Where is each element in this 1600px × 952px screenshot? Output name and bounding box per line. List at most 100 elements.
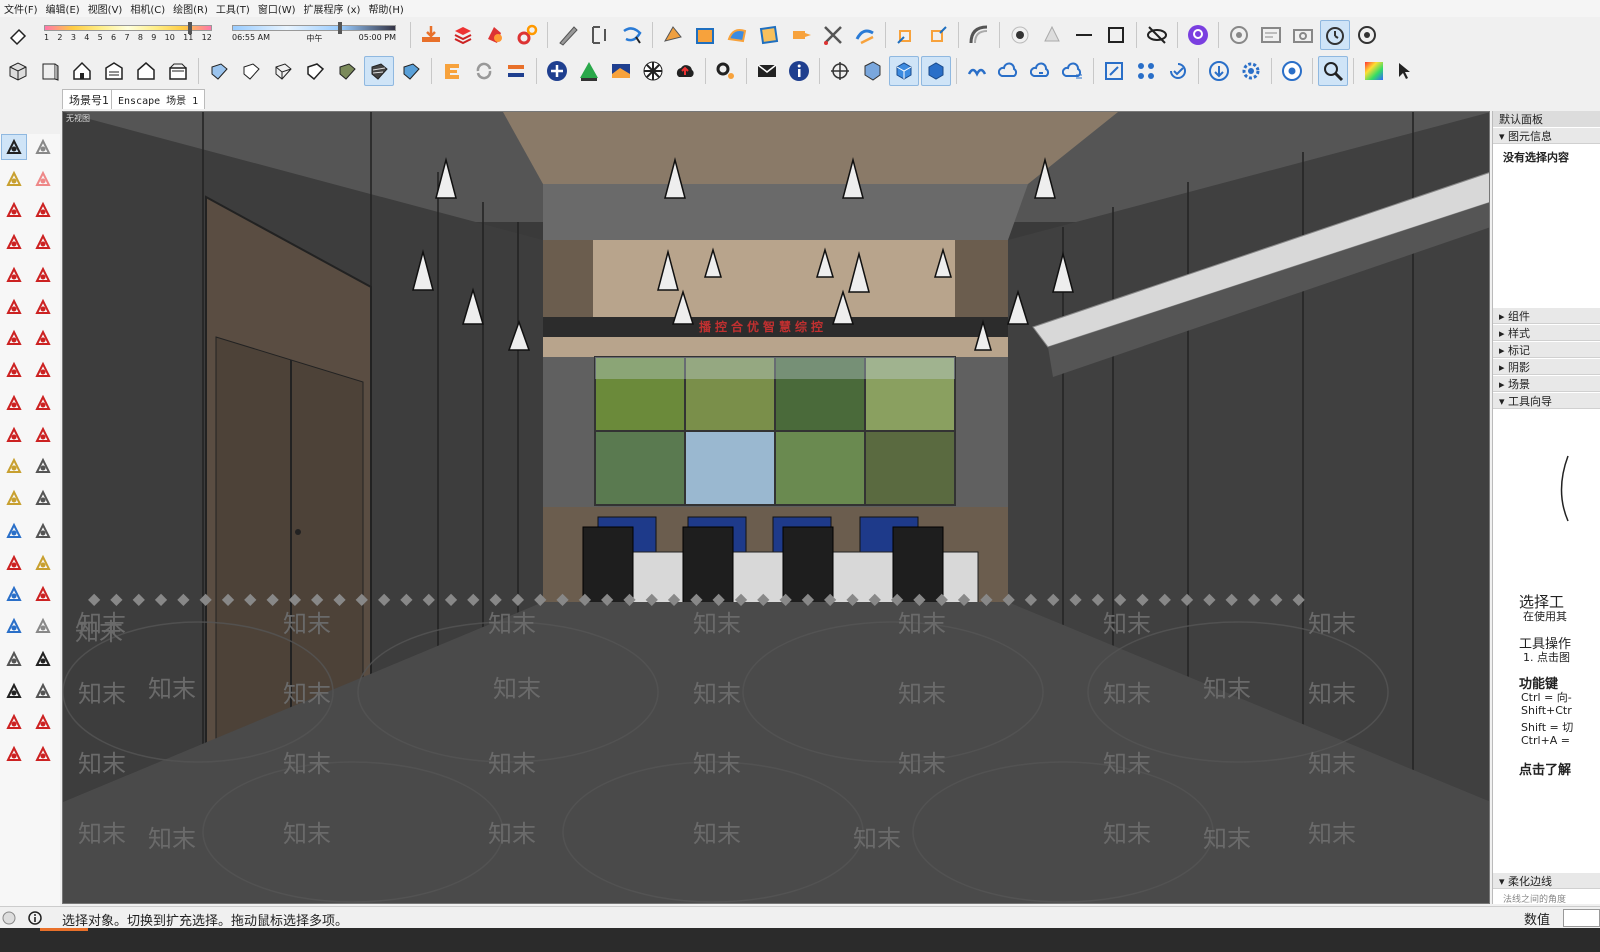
offset-icon[interactable] [30, 422, 56, 448]
3d-text-icon[interactable] [30, 518, 56, 544]
move-icon[interactable] [1, 357, 27, 383]
orbit-settings-icon[interactable] [1224, 20, 1254, 50]
timer-yellow-icon[interactable] [1320, 20, 1350, 50]
circle-icon[interactable] [1, 262, 27, 288]
sunset-landscape-icon[interactable] [606, 56, 636, 86]
section-components[interactable]: ▸ 组件 [1493, 308, 1600, 324]
look-around-icon[interactable] [30, 646, 56, 672]
orbit-icon[interactable] [1, 550, 27, 576]
cloud-sync-icon[interactable] [1026, 56, 1056, 86]
hide-eye-icon[interactable] [1142, 20, 1172, 50]
plugin-red-gem-icon[interactable] [480, 20, 510, 50]
panel-sliders-icon[interactable] [1256, 20, 1286, 50]
line-pencil-icon[interactable] [1, 197, 27, 223]
follow-me-icon[interactable] [30, 390, 56, 416]
send-to-layout-icon[interactable] [1, 741, 27, 767]
cloud-list-icon[interactable] [1058, 56, 1088, 86]
tab-enscape-scene[interactable]: Enscape 场景 1 [111, 89, 206, 109]
ruby-gem-icon[interactable] [30, 741, 56, 767]
protractor-icon[interactable] [1, 485, 27, 511]
menu-camera[interactable]: 相机(C) [128, 1, 171, 16]
xray-style-icon[interactable] [204, 56, 234, 86]
mail-icon[interactable] [752, 56, 782, 86]
follow-curve-icon[interactable] [617, 20, 647, 50]
eraser-pink-icon[interactable] [30, 166, 56, 192]
info-circle-icon[interactable] [28, 911, 42, 925]
dimension-icon[interactable] [30, 453, 56, 479]
camera-capture-icon[interactable] [1288, 20, 1318, 50]
make-component-icon[interactable] [30, 134, 56, 160]
menu-help[interactable]: 帮助(H) [366, 1, 409, 16]
cloud-upload-icon[interactable] [670, 56, 700, 86]
paint-bucket-icon[interactable] [1, 166, 27, 192]
point-dot-icon[interactable] [1005, 20, 1035, 50]
polygon-icon[interactable] [30, 262, 56, 288]
tape-measure-icon[interactable] [1, 453, 27, 479]
section-scenes[interactable]: ▸ 场景 [1493, 376, 1600, 392]
hidden-line-style-icon[interactable] [300, 56, 330, 86]
settings-gear-blue-icon[interactable] [1236, 56, 1266, 86]
select-arrow-icon[interactable] [1, 134, 27, 160]
zoom-extents-tool-icon[interactable] [1, 613, 27, 639]
front-view-icon[interactable] [67, 56, 97, 86]
rectangle-icon[interactable] [1, 229, 27, 255]
section-soften-edges[interactable]: ▾ 柔化边线 [1493, 873, 1600, 889]
arc-icon[interactable] [1, 294, 27, 320]
freehand-icon[interactable] [30, 197, 56, 223]
back-edges-style-icon[interactable] [236, 56, 266, 86]
geo-location-icon[interactable] [2, 911, 16, 925]
move-crosshair-icon[interactable] [825, 56, 855, 86]
plugin-orange-tray-icon[interactable] [416, 20, 446, 50]
iso-view-icon[interactable] [3, 56, 33, 86]
back-view-icon[interactable] [131, 56, 161, 86]
settings-wheel-icon[interactable] [1352, 20, 1382, 50]
pencil-grey-icon[interactable] [553, 20, 583, 50]
warehouse-icon[interactable] [1, 709, 27, 735]
tab-scene-1[interactable]: 场景号1 [62, 89, 116, 109]
section-shadows[interactable]: ▸ 阴影 [1493, 359, 1600, 375]
learn-more-link[interactable]: 点击了解 [1519, 759, 1571, 778]
download-circle-icon[interactable] [1204, 56, 1234, 86]
text-label-icon[interactable] [30, 485, 56, 511]
menu-file[interactable]: 文件(F) [2, 1, 44, 16]
plugin-orange-e-icon[interactable] [437, 56, 467, 86]
shadow-month-slider[interactable]: 1 2 3 4 5 6 7 8 9 10 11 12 [38, 19, 218, 51]
cloud-search-icon[interactable] [994, 56, 1024, 86]
checker-sphere-icon[interactable] [638, 56, 668, 86]
eraser-icon[interactable] [3, 20, 33, 50]
zoom-window-icon[interactable] [30, 581, 56, 607]
swap-arrows-icon[interactable] [501, 56, 531, 86]
cone-icon[interactable] [1037, 20, 1067, 50]
push-face-icon[interactable] [658, 20, 688, 50]
refresh-icon[interactable] [469, 56, 499, 86]
align-bottom-left-icon[interactable] [891, 20, 921, 50]
menu-tools[interactable]: 工具(T) [214, 1, 256, 16]
scale-icon[interactable] [1, 422, 27, 448]
frame-select-icon[interactable] [1099, 56, 1129, 86]
shaded-texture-style-icon[interactable] [364, 56, 394, 86]
left-view-icon[interactable] [163, 56, 193, 86]
menu-view[interactable]: 视图(V) [86, 1, 129, 16]
monochrome-style-icon[interactable] [396, 56, 426, 86]
walk-icon[interactable] [1, 678, 27, 704]
curve-arrow-icon[interactable] [850, 20, 880, 50]
dimension-bracket-icon[interactable] [585, 20, 615, 50]
paint-tube-icon[interactable] [786, 20, 816, 50]
menu-edit[interactable]: 编辑(E) [44, 1, 86, 16]
measurements-input[interactable] [1563, 909, 1600, 927]
component-cube-icon[interactable] [857, 56, 887, 86]
pie-icon[interactable] [1, 325, 27, 351]
nodes-icon[interactable] [1131, 56, 1161, 86]
green-tree-icon[interactable] [574, 56, 604, 86]
wireframe-style-icon[interactable] [268, 56, 298, 86]
shell-blue-icon[interactable] [722, 20, 752, 50]
right-view-icon[interactable] [99, 56, 129, 86]
shadow-time-slider[interactable]: 06:55 AM 中午 05:00 PM [226, 19, 402, 51]
pointer-x-icon[interactable] [1391, 56, 1421, 86]
line-icon[interactable] [1069, 20, 1099, 50]
blue-cube-alt-icon[interactable] [921, 56, 951, 86]
pan-hand-icon[interactable] [30, 550, 56, 576]
top-view-icon[interactable] [35, 56, 65, 86]
check-rotate-icon[interactable] [1163, 56, 1193, 86]
push-pull-icon[interactable] [30, 357, 56, 383]
